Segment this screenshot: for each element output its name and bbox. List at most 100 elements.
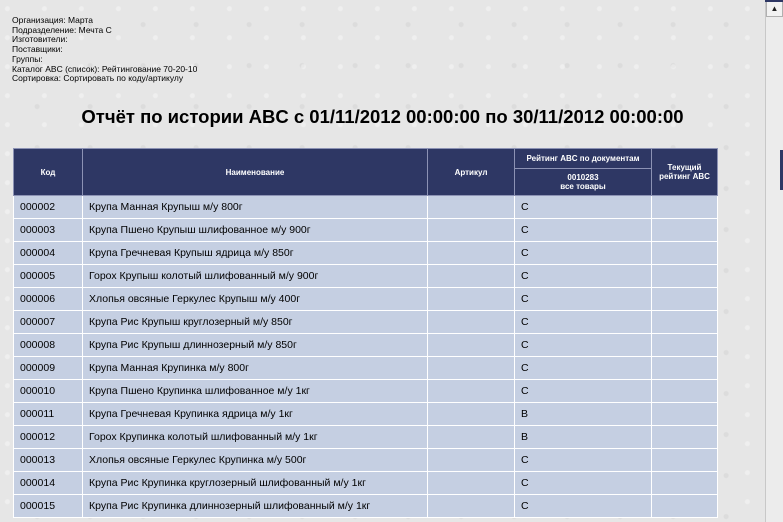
cell-rating: C bbox=[514, 241, 652, 265]
cell-current-rating bbox=[651, 195, 718, 219]
cell-current-rating bbox=[651, 287, 718, 311]
cell-code: 000003 bbox=[13, 218, 83, 242]
cell-name: Крупа Гречневая Крупыш ядрица м/у 850г bbox=[82, 241, 428, 265]
report-filters: Организация: Марта Подразделение: Мечта … bbox=[12, 15, 197, 84]
cell-current-rating bbox=[651, 264, 718, 288]
col-header-name: Наименование bbox=[82, 148, 428, 196]
report-title: Отчёт по истории ABC с 01/11/2012 00:00:… bbox=[81, 106, 684, 127]
cell-code: 000002 bbox=[13, 195, 83, 219]
cell-name: Крупа Манная Крупыш м/у 800г bbox=[82, 195, 428, 219]
cell-code: 000013 bbox=[13, 448, 83, 472]
cell-article bbox=[427, 195, 515, 219]
cell-name: Крупа Манная Крупинка м/у 800г bbox=[82, 356, 428, 380]
col-header-article: Артикул bbox=[427, 148, 515, 196]
cell-name: Крупа Гречневая Крупинка ядрица м/у 1кг bbox=[82, 402, 428, 426]
table-row: 000005 Горох Крупыш колотый шлифованный м… bbox=[13, 264, 718, 288]
vertical-scrollbar[interactable]: ▲ bbox=[765, 0, 783, 522]
col-header-code: Код bbox=[13, 148, 83, 196]
filter-sorting: Сортировка: Сортировать по коду/артикулу bbox=[12, 73, 184, 84]
cell-code: 000004 bbox=[13, 241, 83, 265]
cell-code: 000006 bbox=[13, 287, 83, 311]
report-viewport: Организация: Марта Подразделение: Мечта … bbox=[0, 0, 765, 522]
cell-article bbox=[427, 379, 515, 403]
abc-report-table: Код Наименование Артикул Рейтинг ABC по … bbox=[13, 148, 718, 518]
cell-article bbox=[427, 402, 515, 426]
cell-name: Крупа Рис Крупинка длиннозерный шлифован… bbox=[82, 494, 428, 518]
table-row: 000003 Крупа Пшено Крупыш шлифованное м/у… bbox=[13, 218, 718, 242]
cell-article bbox=[427, 310, 515, 334]
cell-code: 000014 bbox=[13, 471, 83, 495]
cell-current-rating bbox=[651, 310, 718, 334]
cell-current-rating bbox=[651, 379, 718, 403]
cell-current-rating bbox=[651, 241, 718, 265]
cell-rating: C bbox=[514, 287, 652, 311]
cell-article bbox=[427, 218, 515, 242]
cell-article bbox=[427, 241, 515, 265]
cell-name: Хлопья овсяные Геркулес Крупинка м/у 500… bbox=[82, 448, 428, 472]
cell-rating: C bbox=[514, 356, 652, 380]
cell-rating: C bbox=[514, 310, 652, 334]
table-row: 000006 Хлопья овсяные Геркулес Крупыш м/у… bbox=[13, 287, 718, 311]
doc-number: 0010283 bbox=[567, 173, 599, 182]
cell-code: 000009 bbox=[13, 356, 83, 380]
cell-current-rating bbox=[651, 333, 718, 357]
cell-name: Горох Крупинка колотый шлифованный м/у 1… bbox=[82, 425, 428, 449]
cell-code: 000015 bbox=[13, 494, 83, 518]
cell-name: Крупа Пшено Крупыш шлифованное м/у 900г bbox=[82, 218, 428, 242]
cell-current-rating bbox=[651, 471, 718, 495]
cell-current-rating bbox=[651, 448, 718, 472]
cell-rating: C bbox=[514, 471, 652, 495]
cell-article bbox=[427, 471, 515, 495]
table-row: 000015 Крупа Рис Крупинка длиннозерный шл… bbox=[13, 494, 718, 518]
cell-rating: C bbox=[514, 195, 652, 219]
cell-rating: C bbox=[514, 379, 652, 403]
cell-rating: C bbox=[514, 494, 652, 518]
cell-rating: B bbox=[514, 402, 652, 426]
window-edge bbox=[765, 0, 783, 2]
col-header-current-rating: Текущий рейтинг ABC bbox=[651, 148, 718, 196]
scroll-up-arrow-icon[interactable]: ▲ bbox=[766, 0, 783, 17]
cell-name: Крупа Пшено Крупинка шлифованное м/у 1кг bbox=[82, 379, 428, 403]
table-row: 000004 Крупа Гречневая Крупыш ядрица м/у … bbox=[13, 241, 718, 265]
table-row: 000010 Крупа Пшено Крупинка шлифованное м… bbox=[13, 379, 718, 403]
cell-article bbox=[427, 333, 515, 357]
cell-code: 000005 bbox=[13, 264, 83, 288]
cell-code: 000011 bbox=[13, 402, 83, 426]
cell-current-rating bbox=[651, 425, 718, 449]
table-row: 000012 Горох Крупинка колотый шлифованный… bbox=[13, 425, 718, 449]
table-row: 000007 Крупа Рис Крупыш круглозерный м/у … bbox=[13, 310, 718, 334]
cell-article bbox=[427, 264, 515, 288]
cell-rating: C bbox=[514, 333, 652, 357]
cell-current-rating bbox=[651, 356, 718, 380]
cell-article bbox=[427, 356, 515, 380]
col-header-doc: 0010283 все товары bbox=[514, 168, 652, 196]
cell-rating: C bbox=[514, 218, 652, 242]
cell-rating: C bbox=[514, 264, 652, 288]
cell-article bbox=[427, 287, 515, 311]
table-row: 000002 Крупа Манная Крупыш м/у 800г C bbox=[13, 195, 718, 219]
table-row: 000013 Хлопья овсяные Геркулес Крупинка м… bbox=[13, 448, 718, 472]
cell-code: 000010 bbox=[13, 379, 83, 403]
table-row: 000008 Крупа Рис Крупыш длиннозерный м/у … bbox=[13, 333, 718, 357]
cell-current-rating bbox=[651, 218, 718, 242]
doc-scope: все товары bbox=[560, 182, 606, 191]
table-row: 000014 Крупа Рис Крупинка круглозерный шл… bbox=[13, 471, 718, 495]
cell-rating: B bbox=[514, 425, 652, 449]
cell-code: 000008 bbox=[13, 333, 83, 357]
cell-name: Горох Крупыш колотый шлифованный м/у 900… bbox=[82, 264, 428, 288]
table-row: 000009 Крупа Манная Крупинка м/у 800г C bbox=[13, 356, 718, 380]
cell-name: Крупа Рис Крупинка круглозерный шлифован… bbox=[82, 471, 428, 495]
cell-article bbox=[427, 425, 515, 449]
cell-rating: C bbox=[514, 448, 652, 472]
cell-article bbox=[427, 448, 515, 472]
cell-name: Крупа Рис Крупыш круглозерный м/у 850г bbox=[82, 310, 428, 334]
cell-current-rating bbox=[651, 494, 718, 518]
cell-article bbox=[427, 494, 515, 518]
cell-name: Крупа Рис Крупыш длиннозерный м/у 850г bbox=[82, 333, 428, 357]
cell-code: 000007 bbox=[13, 310, 83, 334]
cell-code: 000012 bbox=[13, 425, 83, 449]
col-header-rating-by-docs: Рейтинг ABC по документам bbox=[514, 148, 652, 169]
cell-name: Хлопья овсяные Геркулес Крупыш м/у 400г bbox=[82, 287, 428, 311]
table-row: 000011 Крупа Гречневая Крупинка ядрица м/… bbox=[13, 402, 718, 426]
cell-current-rating bbox=[651, 402, 718, 426]
